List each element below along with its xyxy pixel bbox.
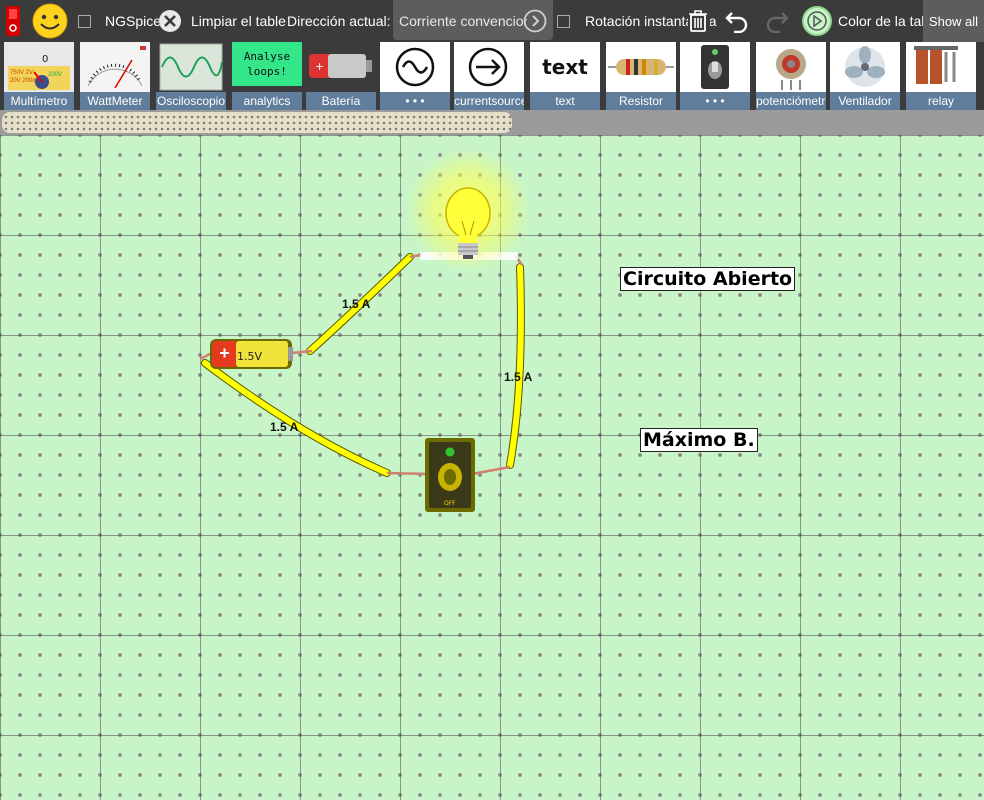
board-color-icon[interactable] [802, 0, 834, 42]
ngspice-checkbox[interactable] [78, 0, 96, 42]
svg-text:750V 2V: 750V 2V [10, 70, 33, 76]
chevron-down-icon [523, 9, 547, 36]
text-label-author[interactable]: Máximo B. [640, 428, 758, 452]
palette-label: • • • [680, 92, 750, 110]
palette-item-potentiometer[interactable]: potenciómetro [754, 42, 826, 110]
current-direction-select[interactable]: Corriente convencional [393, 0, 553, 40]
toggle-switch-icon [680, 42, 750, 92]
palette-item-resistor[interactable]: Resistor [604, 42, 676, 110]
circuit-canvas: 1.5V OFF [199, 148, 530, 512]
palette-label: Ventilador [830, 92, 900, 110]
current-direction-value: Corriente convencional [399, 13, 527, 29]
trash-icon[interactable] [688, 0, 710, 42]
palette-item-oscilloscope[interactable]: Osciloscopio [154, 42, 226, 110]
text-icon: text [530, 42, 600, 92]
palette-item-current-source[interactable]: currentsource [452, 42, 524, 110]
palette-item-battery[interactable]: + Batería [304, 42, 376, 110]
palette-label: • • • [380, 92, 450, 110]
text-thumb-label: text [542, 55, 588, 79]
show-all-button[interactable]: Show all [923, 0, 984, 42]
analytics-icon: Analyse loops! [232, 42, 302, 92]
svg-text:20V 200m: 20V 200m [10, 78, 37, 84]
board-color-label: Color de la tabla [838, 13, 923, 29]
palette-label: currentsource [454, 92, 524, 110]
svg-text:+: + [315, 60, 324, 73]
palette-item-fan[interactable]: Ventilador [828, 42, 900, 110]
palette-label: Osciloscopio [156, 92, 226, 110]
resistor-icon [606, 42, 676, 92]
top-toolbar: NGSpice Limpiar el tablero Dirección act… [0, 0, 984, 42]
wattmeter-icon [80, 42, 150, 92]
light-bulb-icon[interactable] [406, 148, 530, 272]
direction-label: Dirección actual: [287, 13, 391, 29]
battery-component[interactable]: 1.5V [210, 339, 293, 369]
relay-icon [906, 42, 976, 92]
palette-label: analytics [232, 92, 302, 110]
current-source-icon [454, 42, 524, 92]
ac-source-icon [380, 42, 450, 92]
palette-label: text [530, 92, 600, 110]
potentiometer-icon [756, 42, 826, 92]
svg-text:0: 0 [42, 54, 48, 65]
battery-voltage-label: 1.5V [237, 350, 262, 363]
palette-label: WattMeter [80, 92, 150, 110]
wire-battery-switch[interactable] [201, 359, 391, 477]
clear-board-button[interactable]: Limpiar el tablero [191, 0, 287, 42]
battery-icon: + [306, 42, 376, 92]
current-label: 1.5 A [342, 297, 371, 311]
clear-icon[interactable] [158, 0, 184, 42]
palette-item-relay[interactable]: relay [904, 42, 976, 110]
power-switch-icon[interactable] [6, 0, 22, 42]
smiley-icon[interactable] [32, 0, 70, 42]
undo-icon[interactable] [724, 0, 752, 42]
text-label-circuit-state[interactable]: Circuito Abierto [620, 267, 796, 291]
switch-state-label: OFF [444, 500, 456, 507]
breadboard-strip [0, 110, 984, 135]
palette-label: Resistor [606, 92, 676, 110]
component-palette: 0 750V 2V 20V 200m 200V Multímetro WattMete… [0, 42, 984, 110]
current-label: 1.5 A [504, 370, 533, 384]
fan-icon [830, 42, 900, 92]
analytics-thumb-text: Analyse loops! [232, 42, 302, 86]
rotation-checkbox[interactable] [557, 0, 575, 42]
palette-item-toggle-switch[interactable]: • • • [678, 42, 750, 110]
palette-item-multimeter[interactable]: 0 750V 2V 20V 200m 200V Multímetro [2, 42, 74, 110]
oscilloscope-icon [156, 42, 226, 92]
ngspice-label: NGSpice [105, 13, 161, 29]
current-label: 1.5 A [270, 420, 299, 434]
palette-label: Multímetro [4, 92, 74, 110]
toggle-switch-component[interactable]: OFF [425, 438, 475, 512]
palette-item-wattmeter[interactable]: WattMeter [78, 42, 150, 110]
palette-label: potenciómetro [756, 92, 826, 110]
wire-bulb-switch[interactable] [506, 263, 525, 469]
palette-label: Batería [306, 92, 376, 110]
palette-item-ac-source[interactable]: • • • [378, 42, 450, 110]
multimeter-icon: 0 750V 2V 20V 200m 200V [4, 42, 74, 92]
redo-icon[interactable] [764, 0, 792, 42]
palette-item-text[interactable]: text text [528, 42, 600, 110]
breadboard-rail[interactable] [2, 112, 512, 133]
svg-text:200V: 200V [48, 72, 62, 78]
palette-label: relay [906, 92, 976, 110]
palette-item-analytics[interactable]: Analyse loops! analytics [230, 42, 302, 110]
